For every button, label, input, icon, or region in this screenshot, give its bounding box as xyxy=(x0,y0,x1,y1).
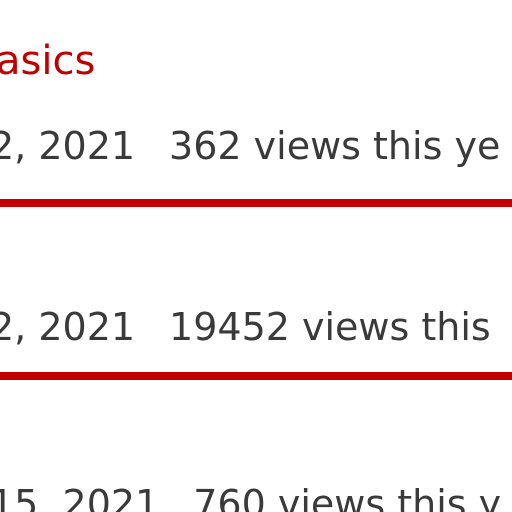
entry-date: 2, 2021 xyxy=(0,305,136,349)
entry-view-count: 760 views this y xyxy=(193,482,502,512)
entry-divider xyxy=(0,199,512,207)
entry-meta: 2, 2021 362 views this ye xyxy=(0,124,500,168)
entry-view-count: 362 views this ye xyxy=(169,124,501,168)
entry-divider xyxy=(0,372,512,380)
entry-view-count: 19452 views this xyxy=(169,305,491,349)
entry-meta: 2, 2021 19452 views this xyxy=(0,305,491,349)
entry-date: 15, 2021 xyxy=(0,482,160,512)
post-list-viewport: asics 2, 2021 362 views this ye 2, 2021 19… xyxy=(0,0,512,512)
entry-title-link[interactable]: asics xyxy=(0,38,95,84)
entry-meta: 15, 2021 760 views this y xyxy=(0,482,501,512)
entry-date: 2, 2021 xyxy=(0,124,136,168)
